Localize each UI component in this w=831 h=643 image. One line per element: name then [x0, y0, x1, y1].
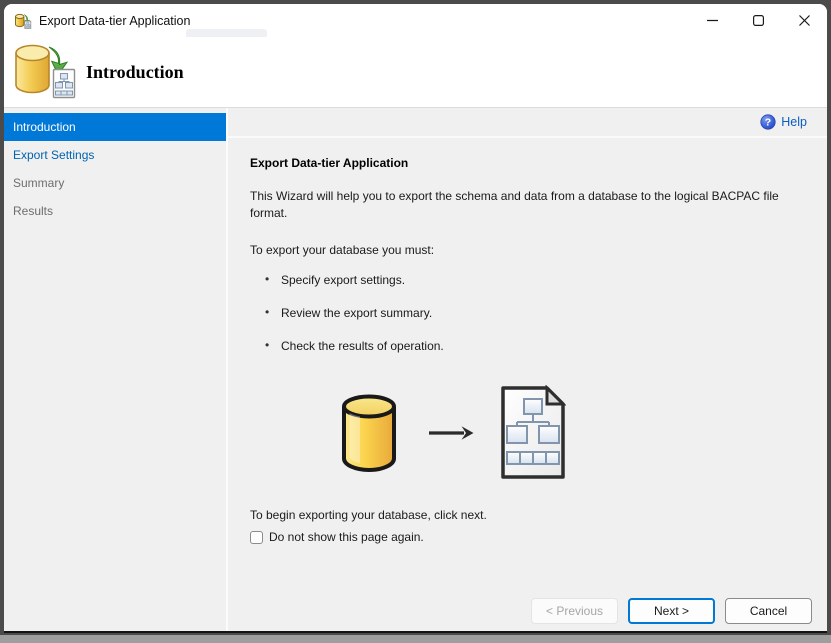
cancel-button[interactable]: Cancel: [725, 598, 812, 624]
main-area: Introduction Export Settings Summary Res…: [4, 108, 827, 631]
list-item: • Check the results of operation.: [265, 338, 444, 353]
svg-text:?: ?: [765, 117, 771, 129]
arrow-right-icon: [429, 425, 474, 440]
list-item: • Specify export settings.: [265, 272, 406, 287]
minimize-icon: [706, 19, 718, 22]
window-controls: [689, 4, 827, 37]
minimize-button[interactable]: [689, 4, 735, 37]
begin-text: To begin exporting your database, click …: [250, 508, 487, 522]
checkbox-label: Do not show this page again.: [269, 530, 424, 544]
list-item: • Review the export summary.: [265, 305, 433, 320]
sidebar-item-results: Results: [13, 204, 54, 218]
maximize-button[interactable]: [735, 4, 781, 37]
export-illustration: [340, 385, 807, 480]
sidebar-item-export-settings[interactable]: Export Settings: [4, 141, 226, 169]
requirements-label: To export your database you must:: [250, 243, 435, 257]
help-icon: ?: [760, 114, 776, 130]
previous-button: < Previous: [531, 598, 618, 624]
wizard-steps-sidebar: Introduction Export Settings Summary Res…: [4, 108, 228, 631]
do-not-show-checkbox-row[interactable]: Do not show this page again.: [250, 530, 807, 544]
help-bar: ? Help: [228, 108, 827, 138]
window-bottom-shadow: [0, 635, 831, 643]
wizard-window: Export Data-tier Application Introductio…: [4, 4, 827, 633]
database-cylinder-icon: [342, 394, 396, 472]
bullet-icon: •: [265, 272, 270, 286]
bullet-icon: •: [265, 305, 270, 319]
close-button[interactable]: [781, 4, 827, 37]
database-export-wizard-icon: [15, 44, 76, 99]
titlebar-tab-highlight: [186, 29, 267, 37]
checkbox[interactable]: [250, 530, 263, 544]
sidebar-item-introduction[interactable]: Introduction: [4, 113, 226, 141]
sidebar-item-summary: Summary: [13, 176, 65, 190]
help-label: Help: [781, 115, 807, 129]
next-button[interactable]: Next >: [628, 598, 715, 624]
database-export-app-icon: [15, 13, 32, 29]
titlebar[interactable]: Export Data-tier Application: [4, 4, 827, 37]
content-panel: ? Help Export Data-tier Application This…: [228, 108, 827, 631]
close-icon: [798, 15, 810, 26]
wizard-header: Introduction: [4, 37, 827, 108]
bacpac-document-icon: [501, 385, 566, 479]
requirements-list: • Specify export settings. • Review the ex…: [250, 272, 807, 353]
intro-paragraph: This Wizard will help you to export the …: [250, 189, 779, 220]
help-link[interactable]: ? Help: [760, 114, 807, 130]
maximize-icon: [752, 15, 764, 26]
content-body: Export Data-tier Application This Wizard…: [228, 156, 827, 544]
bullet-icon: •: [265, 338, 270, 352]
page-title: Introduction: [86, 61, 184, 82]
wizard-footer-buttons: < Previous Next > Cancel: [531, 598, 812, 624]
window-title: Export Data-tier Application: [39, 13, 191, 28]
content-heading: Export Data-tier Application: [250, 156, 409, 170]
